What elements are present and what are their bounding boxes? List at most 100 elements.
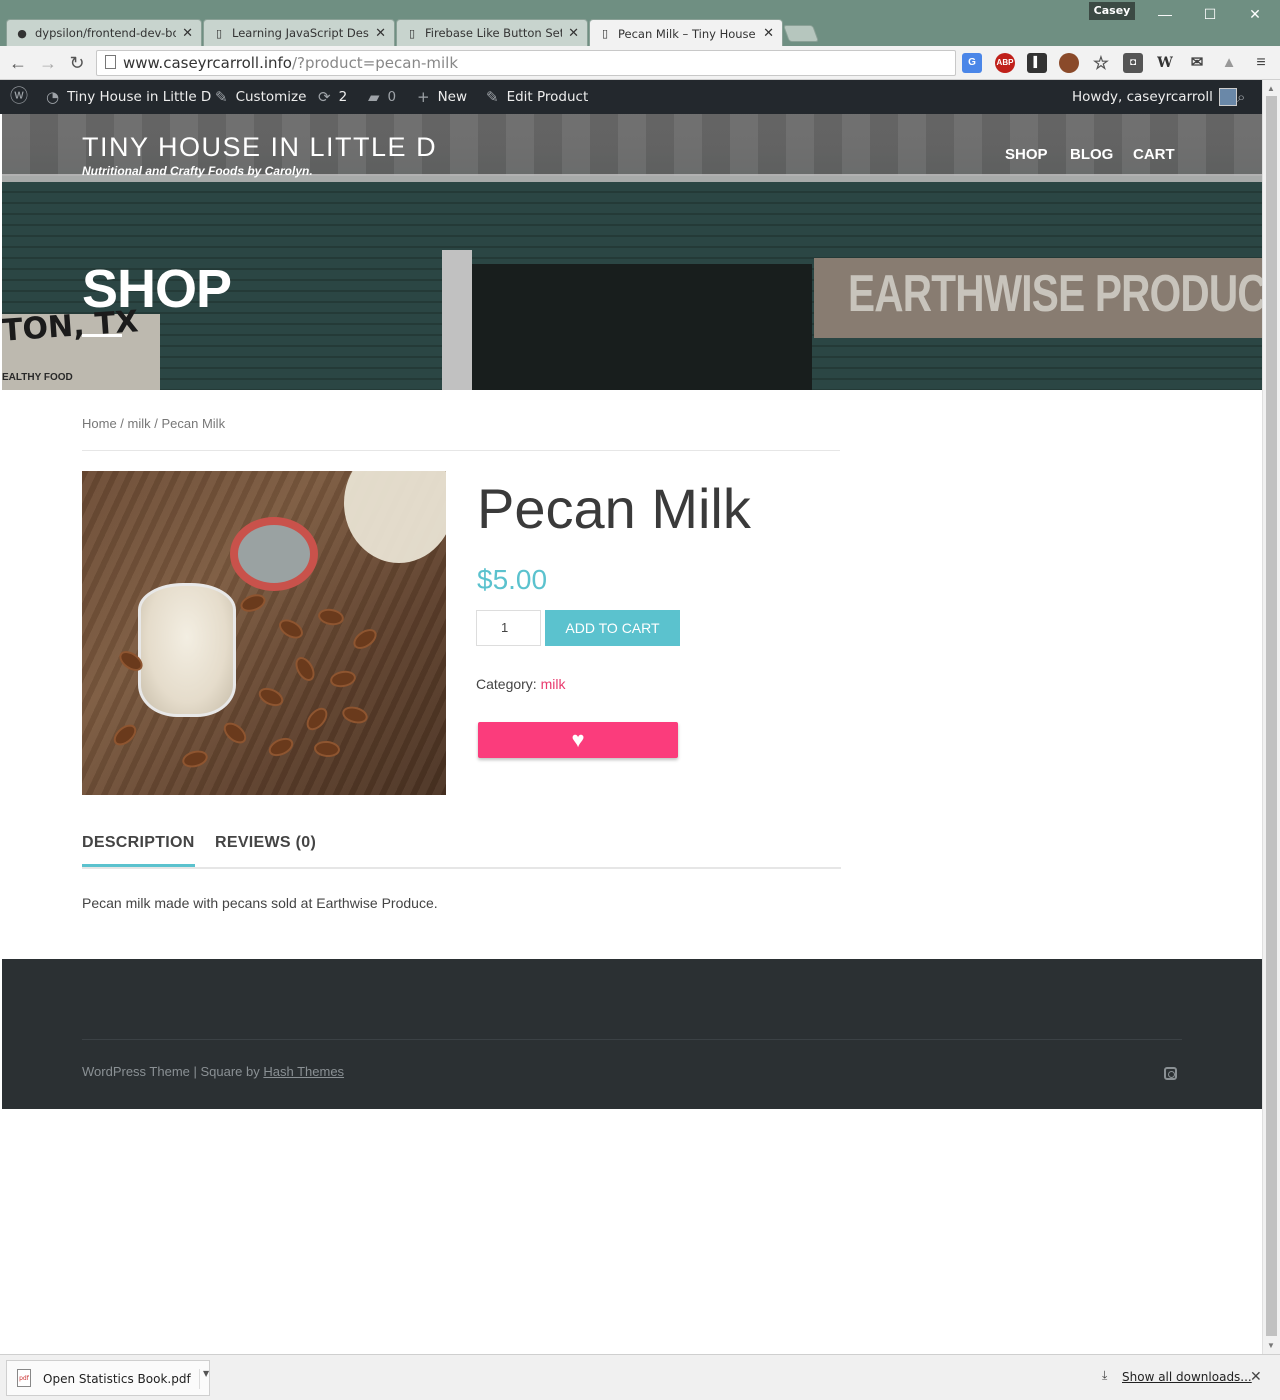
admin-search-icon[interactable]: ⌕ [1237, 80, 1245, 114]
page-scrollbar[interactable]: ▲ ▼ [1262, 80, 1280, 1354]
updates-link[interactable]: ⟳ 2 [318, 80, 347, 114]
page-info-icon[interactable] [105, 55, 116, 69]
download-file-name: Open Statistics Book.pdf [43, 1372, 191, 1386]
tab-label: dypsilon/frontend-dev-bo [35, 26, 177, 40]
jar-lid [230, 517, 318, 591]
tab-close-icon[interactable]: ✕ [568, 26, 579, 41]
credit-text: WordPress Theme | Square by [82, 1064, 264, 1079]
forward-icon[interactable]: → [36, 51, 60, 75]
browser-tab[interactable]: ● dypsilon/frontend-dev-bo ✕ [6, 19, 202, 46]
customize-link[interactable]: ✎ Customize [215, 80, 306, 114]
nav-blog[interactable]: BLOG [1070, 146, 1113, 163]
howdy-text: Howdy, caseyrcarroll [1072, 89, 1213, 105]
admin-site-link[interactable]: ◔ Tiny House in Little D [46, 80, 211, 114]
add-to-cart-button[interactable]: ADD TO CART [545, 610, 680, 646]
google-translate-icon[interactable]: G [962, 53, 982, 73]
hash-themes-link[interactable]: Hash Themes [263, 1064, 344, 1079]
bookmark-star-icon[interactable]: ☆ [1091, 53, 1111, 73]
like-button[interactable]: ♥ [478, 722, 678, 758]
product-image[interactable] [82, 471, 446, 795]
edit-product-label: Edit Product [506, 89, 589, 105]
reader-icon[interactable]: ▌ [1027, 53, 1047, 73]
pdf-file-icon: pdf [17, 1369, 31, 1387]
quantity-input[interactable]: 1 [476, 610, 541, 646]
drive-icon[interactable]: ▲ [1219, 53, 1239, 73]
comments-link[interactable]: ▰ 0 [368, 80, 396, 114]
mail-check-icon[interactable]: ✉ [1187, 53, 1207, 73]
new-content-link[interactable]: + New [417, 80, 467, 114]
tab-label: Learning JavaScript Desig [232, 26, 370, 40]
breadcrumb-separator: / [116, 416, 128, 431]
url-host: www.caseyrcarroll.info [123, 54, 292, 72]
scroll-up-icon[interactable]: ▲ [1267, 84, 1275, 93]
comments-count: 0 [387, 89, 397, 105]
chevron-down-icon[interactable]: ▼ [199, 1369, 209, 1389]
page-icon: ▯ [215, 26, 223, 40]
address-bar[interactable]: www.caseyrcarroll.info/?product=pecan-mi… [96, 50, 956, 76]
browser-tab[interactable]: ▯ Learning JavaScript Desig ✕ [203, 19, 395, 46]
tab-close-icon[interactable]: ✕ [182, 26, 193, 41]
updates-count: 2 [338, 89, 348, 105]
lightbulb-icon[interactable]: ◘ [1123, 53, 1143, 73]
instagram-icon[interactable] [1164, 1067, 1177, 1080]
product-tabs: DESCRIPTION REVIEWS (0) [82, 834, 841, 869]
pencil-icon: ✎ [486, 88, 499, 106]
updates-icon: ⟳ [318, 88, 331, 106]
minimize-icon[interactable]: — [1142, 2, 1188, 26]
download-item[interactable]: pdf Open Statistics Book.pdf ▼ [6, 1360, 210, 1396]
tab-close-icon[interactable]: ✕ [375, 26, 386, 41]
scroll-down-icon[interactable]: ▼ [1267, 1341, 1275, 1350]
breadcrumb-separator: / [150, 416, 162, 431]
nav-cart[interactable]: CART [1133, 146, 1175, 163]
nav-shop[interactable]: SHOP [1005, 146, 1048, 163]
tab-label: Firebase Like Button Setti [425, 26, 563, 40]
url-path: /?product=pecan-milk [291, 54, 459, 72]
adblock-plus-icon[interactable]: ABP [995, 53, 1015, 73]
browser-tab[interactable]: ▯ Firebase Like Button Setti ✕ [396, 19, 588, 46]
header-hero: TON, TX EALTHY FOOD EARTHWISE PRODUCE TI… [2, 114, 1262, 390]
site-tagline: Nutritional and Crafty Foods by Carolyn. [82, 164, 313, 178]
window-close-icon[interactable]: ✕ [1232, 2, 1278, 26]
wikipedia-icon[interactable]: W [1155, 53, 1175, 73]
category-link[interactable]: milk [541, 676, 566, 692]
breadcrumb-category[interactable]: milk [128, 416, 151, 431]
tab-label: Pecan Milk – Tiny House i [618, 26, 758, 41]
edit-product-link[interactable]: ✎ Edit Product [486, 80, 588, 114]
avatar-extension-icon[interactable] [1059, 53, 1079, 73]
download-icon: ⤓ [1102, 1368, 1108, 1382]
footer-credit: WordPress Theme | Square by Hash Themes [82, 1064, 344, 1079]
close-icon[interactable]: ✕ [1250, 1368, 1262, 1385]
product-category: Category: milk [476, 676, 565, 692]
breadcrumb-current: Pecan Milk [161, 416, 226, 431]
wordpress-logo-icon[interactable]: ⓦ [10, 80, 28, 114]
customize-label: Customize [235, 89, 307, 105]
show-all-downloads-link[interactable]: Show all downloads... [1122, 1370, 1252, 1384]
divider [82, 450, 840, 451]
maximize-icon[interactable]: ☐ [1187, 2, 1233, 26]
menu-icon[interactable]: ≡ [1251, 53, 1271, 73]
page-title: SHOP [82, 259, 232, 319]
new-tab-button[interactable] [782, 25, 820, 42]
tab-close-icon[interactable]: ✕ [763, 26, 774, 41]
profile-button[interactable]: Casey [1089, 2, 1135, 20]
account-menu[interactable]: Howdy, caseyrcarroll [1072, 80, 1237, 114]
product-price: $5.00 [477, 564, 548, 595]
heart-icon: ♥ [571, 727, 585, 752]
site-title[interactable]: TINY HOUSE IN LITTLE D [82, 132, 437, 163]
tab-reviews[interactable]: REVIEWS (0) [215, 834, 316, 852]
brush-icon: ✎ [215, 88, 228, 106]
browser-tab-active[interactable]: ▯ Pecan Milk – Tiny House i ✕ [589, 19, 783, 47]
tab-description[interactable]: DESCRIPTION [82, 834, 195, 867]
scrollbar-thumb[interactable] [1266, 96, 1277, 1336]
product-description: Pecan milk made with pecans sold at Eart… [82, 895, 438, 911]
back-icon[interactable]: ← [6, 51, 30, 75]
breadcrumb: Home / milk / Pecan Milk [82, 416, 225, 431]
milk-glass [138, 583, 236, 717]
dashboard-icon: ◔ [46, 88, 60, 106]
title-underline [82, 334, 122, 337]
reload-icon[interactable]: ↻ [65, 51, 89, 75]
new-label: New [437, 89, 468, 105]
site-footer: WordPress Theme | Square by Hash Themes [2, 959, 1262, 1109]
page-icon: ▯ [408, 26, 416, 40]
breadcrumb-home[interactable]: Home [82, 416, 117, 431]
